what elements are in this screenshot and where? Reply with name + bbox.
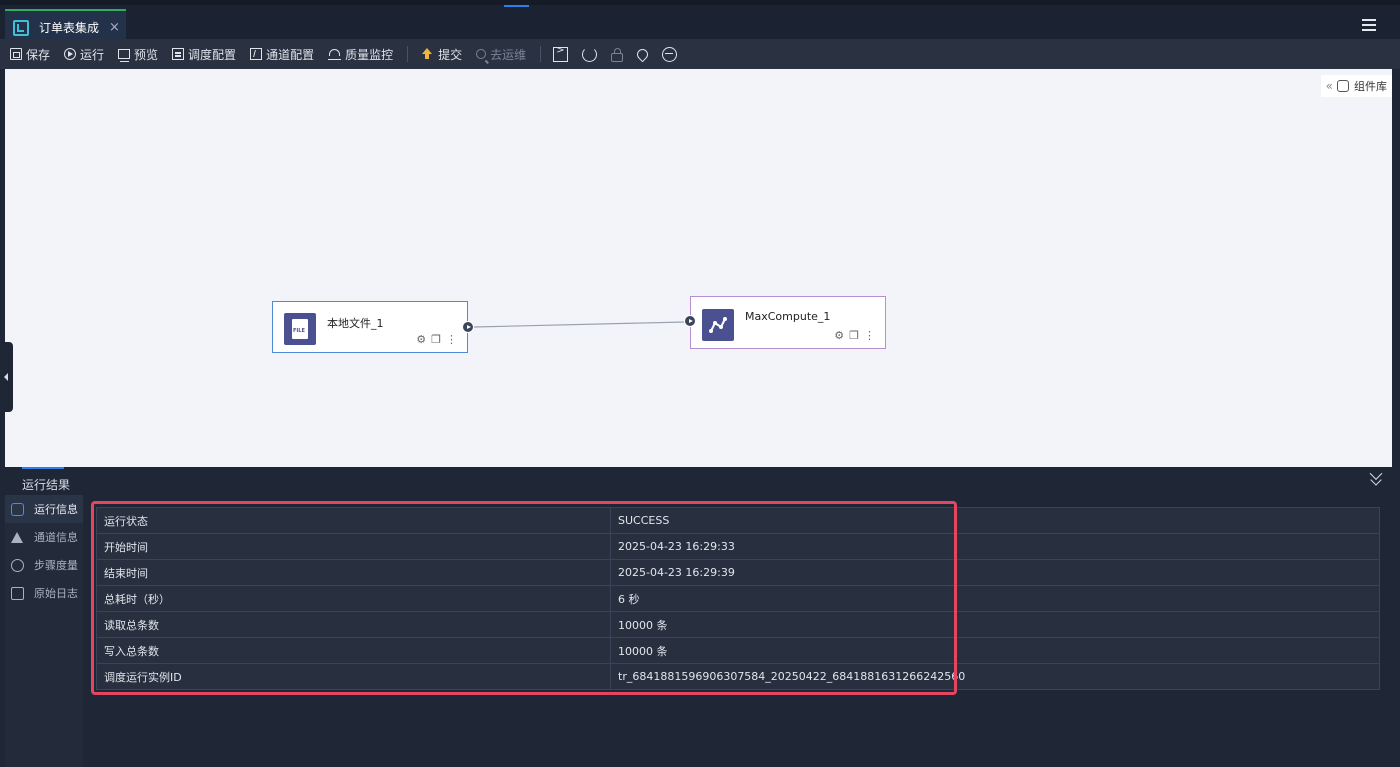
upload-icon	[420, 48, 434, 60]
row-value: SUCCESS	[610, 507, 1380, 534]
copy-icon[interactable]: ❐	[431, 333, 441, 346]
result-menu: 运行信息 通道信息 步骤度量 原始日志	[5, 495, 83, 767]
monitor-icon	[118, 49, 131, 62]
more-vertical-icon[interactable]: ⋮	[864, 329, 875, 342]
maxcompute-icon	[702, 309, 734, 341]
row-value: 6 秒	[610, 585, 1380, 612]
toolbar: 保存 运行 预览 调度配置 通道配置 质量监控 提交 去运维	[0, 39, 1400, 69]
workflow-canvas[interactable]: « 组件库 本地文件_1 ⚙ ❐ ⋮ MaxCompute_1 ⚙	[5, 69, 1392, 467]
result-panel-header: 运行结果	[0, 467, 1400, 495]
row-key: 总耗时（秒）	[96, 585, 611, 612]
run-button[interactable]: 运行	[64, 39, 104, 69]
gear-icon[interactable]: ⚙	[834, 329, 844, 342]
gauge-icon	[11, 558, 24, 572]
tab-bar: 订单表集成 ×	[0, 0, 1400, 44]
refresh-icon[interactable]	[582, 46, 598, 62]
hamburger-menu-icon[interactable]	[1362, 19, 1376, 31]
output-port[interactable]	[462, 321, 474, 333]
run-info-table: 运行状态 SUCCESS 开始时间 2025-04-23 16:29:33 结束…	[96, 507, 1380, 690]
play-icon	[64, 48, 77, 60]
menu-raw-log[interactable]: 原始日志	[5, 579, 83, 607]
tab-label: 订单表集成	[39, 21, 100, 35]
quality-monitor-button[interactable]: 质量监控	[328, 39, 393, 69]
lock-icon[interactable]	[611, 47, 624, 62]
schedule-config-label: 调度配置	[188, 47, 237, 62]
schedule-config-button[interactable]: 调度配置	[172, 39, 236, 69]
save-button[interactable]: 保存	[10, 39, 50, 69]
node-actions: ⚙ ❐ ⋮	[829, 329, 875, 342]
row-key: 写入总条数	[96, 637, 611, 664]
row-key: 运行状态	[96, 507, 611, 534]
input-port[interactable]	[684, 315, 696, 327]
info-icon	[11, 502, 24, 516]
integration-icon	[13, 19, 29, 36]
gear-icon[interactable]: ⚙	[416, 333, 426, 346]
channel-config-button[interactable]: 通道配置	[250, 39, 314, 69]
more-vertical-icon[interactable]: ⋮	[446, 333, 457, 346]
tab-indicator	[504, 5, 529, 7]
schedule-icon	[172, 48, 185, 60]
menu-channel-info[interactable]: 通道信息	[5, 523, 83, 551]
table-row: 写入总条数 10000 条	[96, 637, 1380, 664]
quality-icon	[328, 48, 342, 60]
submit-label: 提交	[438, 47, 463, 62]
menu-step-metrics[interactable]: 步骤度量	[5, 551, 83, 579]
toolbar-divider	[407, 46, 409, 62]
node-local-file[interactable]: 本地文件_1 ⚙ ❐ ⋮	[272, 301, 474, 353]
node-maxcompute[interactable]: MaxCompute_1 ⚙ ❐ ⋮	[684, 296, 886, 349]
search-icon	[476, 49, 487, 59]
row-value: 10000 条	[610, 637, 1380, 664]
toolbar-divider	[540, 46, 542, 62]
location-pin-icon[interactable]	[634, 46, 651, 62]
row-value: 2025-04-23 16:29:39	[610, 559, 1380, 586]
node-label: MaxCompute_1	[745, 310, 831, 323]
go-ops-label: 去运维	[490, 47, 527, 62]
row-value: 10000 条	[610, 611, 1380, 638]
panel-title-indicator	[22, 467, 64, 469]
table-row: 运行状态 SUCCESS	[96, 507, 1380, 534]
table-row: 调度运行实例ID tr_6841881596906307584_20250422…	[96, 663, 1380, 690]
channel-config-label: 通道配置	[266, 47, 315, 62]
preview-button[interactable]: 预览	[118, 39, 158, 69]
preview-label: 预览	[134, 47, 159, 62]
panel-title: 运行结果	[22, 478, 71, 492]
collapse-chevron-icon[interactable]	[1370, 474, 1382, 486]
file-icon	[284, 313, 316, 345]
save-label: 保存	[26, 47, 51, 62]
connection-edge	[473, 321, 686, 328]
log-icon	[11, 586, 24, 600]
channel-icon	[250, 48, 263, 60]
menu-label: 原始日志	[34, 587, 78, 600]
go-ops-button[interactable]: 去运维	[476, 39, 526, 69]
quality-monitor-label: 质量监控	[345, 47, 394, 62]
node-actions: ⚙ ❐ ⋮	[411, 333, 457, 346]
row-value: tr_6841881596906307584_20250422_68418816…	[610, 663, 1380, 690]
row-key: 调度运行实例ID	[96, 663, 611, 690]
row-key: 开始时间	[96, 533, 611, 560]
table-row: 结束时间 2025-04-23 16:29:39	[96, 559, 1380, 586]
menu-label: 步骤度量	[34, 559, 78, 572]
menu-label: 通道信息	[34, 531, 78, 544]
terminal-icon[interactable]	[553, 45, 569, 62]
save-icon	[10, 48, 22, 60]
submit-button[interactable]: 提交	[420, 39, 462, 69]
row-key: 结束时间	[96, 559, 611, 586]
row-key: 读取总条数	[96, 611, 611, 638]
warning-icon	[11, 531, 23, 543]
node-label: 本地文件_1	[327, 317, 384, 330]
copy-icon[interactable]: ❐	[849, 329, 859, 342]
table-row: 开始时间 2025-04-23 16:29:33	[96, 533, 1380, 560]
menu-run-info[interactable]: 运行信息	[5, 495, 83, 523]
minus-circle-icon[interactable]	[662, 46, 678, 62]
close-icon[interactable]: ×	[109, 20, 120, 35]
table-row: 读取总条数 10000 条	[96, 611, 1380, 638]
table-row: 总耗时（秒） 6 秒	[96, 585, 1380, 612]
side-panel-toggle[interactable]	[0, 342, 13, 412]
run-label: 运行	[80, 47, 105, 62]
row-value: 2025-04-23 16:29:33	[610, 533, 1380, 560]
menu-label: 运行信息	[34, 503, 78, 516]
